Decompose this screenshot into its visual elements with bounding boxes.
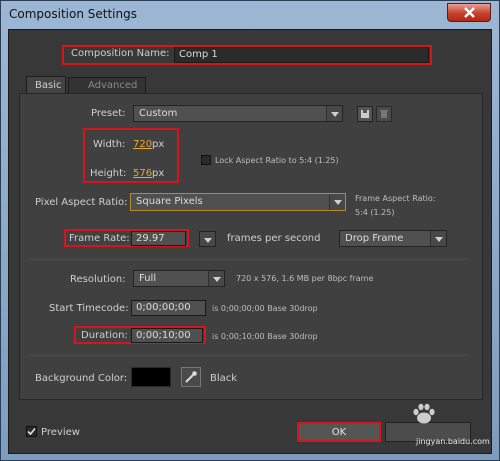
height-label: Height: bbox=[90, 168, 127, 179]
comp-name-input[interactable]: Comp 1 bbox=[174, 47, 429, 63]
window-title: Composition Settings bbox=[9, 7, 137, 21]
resolution-info: 720 x 576, 1.6 MB per 8bpc frame bbox=[236, 274, 374, 283]
frame-aspect-value: 5:4 (1.25) bbox=[355, 208, 395, 217]
duration-label: Duration: bbox=[81, 330, 128, 341]
frame-rate-unit: frames per second bbox=[227, 233, 321, 244]
chevron-down-icon bbox=[200, 232, 215, 246]
preset-dropdown[interactable]: Custom bbox=[133, 105, 343, 122]
lock-aspect-label: Lock Aspect Ratio to 5:4 (1.25) bbox=[215, 156, 339, 165]
start-timecode-input[interactable]: 0;00;00;00 bbox=[131, 300, 206, 316]
comp-name-label: Composition Name: bbox=[71, 48, 170, 59]
drop-frame-dropdown[interactable]: Drop Frame bbox=[339, 230, 447, 247]
ok-button[interactable]: OK bbox=[297, 422, 381, 442]
divider bbox=[29, 355, 469, 356]
resolution-value: Full bbox=[139, 273, 157, 284]
start-timecode-info: is 0;00;00;00 Base 30drop bbox=[212, 304, 318, 313]
chevron-down-icon bbox=[208, 271, 224, 286]
width-value[interactable]: 720 bbox=[133, 139, 152, 150]
background-color-swatch[interactable] bbox=[131, 367, 171, 387]
background-color-label: Background Color: bbox=[35, 373, 128, 384]
frame-aspect-label: Frame Aspect Ratio: bbox=[355, 194, 436, 203]
ok-button-label: OK bbox=[331, 427, 347, 438]
title-bar: Composition Settings bbox=[1, 1, 499, 27]
preset-value: Custom bbox=[139, 108, 178, 119]
watermark-text: jingyan.baidu.com bbox=[416, 437, 490, 446]
eyedropper-icon bbox=[185, 371, 197, 383]
tab-advanced-label: Advanced bbox=[88, 80, 138, 91]
divider bbox=[29, 259, 469, 260]
save-preset-button[interactable] bbox=[357, 106, 373, 122]
width-label: Width: bbox=[93, 139, 126, 150]
preview-checkbox[interactable] bbox=[26, 426, 37, 437]
tab-advanced[interactable]: Advanced bbox=[68, 77, 146, 93]
pixel-aspect-value: Square Pixels bbox=[136, 196, 203, 207]
baidu-paw-icon bbox=[413, 403, 435, 424]
tab-basic[interactable]: Basic bbox=[26, 76, 66, 93]
chevron-down-icon bbox=[329, 194, 345, 210]
duration-input[interactable]: 0;00;10;00 bbox=[131, 328, 203, 343]
dialog-body: Composition Name: Comp 1 Basic Advanced … bbox=[8, 29, 492, 454]
background-color-name: Black bbox=[210, 373, 238, 384]
chevron-down-icon bbox=[326, 106, 342, 121]
pixel-aspect-label: Pixel Aspect Ratio: bbox=[35, 197, 128, 208]
trash-icon bbox=[380, 110, 388, 118]
resolution-label: Resolution: bbox=[70, 274, 126, 285]
height-unit: px bbox=[152, 168, 165, 179]
preset-label: Preset: bbox=[91, 108, 126, 119]
resolution-dropdown[interactable]: Full bbox=[133, 270, 225, 287]
frame-rate-dropdown[interactable] bbox=[199, 231, 216, 247]
composition-settings-window: Composition Settings Composition Name: C… bbox=[0, 0, 500, 461]
close-button[interactable] bbox=[447, 3, 491, 22]
preview-label: Preview bbox=[41, 427, 80, 438]
frame-rate-input[interactable]: 29.97 bbox=[131, 231, 186, 246]
save-icon bbox=[361, 110, 369, 118]
drop-frame-value: Drop Frame bbox=[345, 233, 404, 244]
chevron-down-icon bbox=[430, 231, 446, 246]
start-timecode-label: Start Timecode: bbox=[49, 303, 129, 314]
pixel-aspect-dropdown[interactable]: Square Pixels bbox=[130, 193, 346, 211]
checkmark-icon bbox=[27, 427, 36, 436]
eyedropper-button[interactable] bbox=[181, 367, 201, 387]
duration-info: is 0;00;10;00 Base 30drop bbox=[212, 332, 318, 341]
tab-basic-label: Basic bbox=[35, 80, 62, 91]
close-icon bbox=[464, 7, 475, 18]
width-unit: px bbox=[152, 139, 165, 150]
delete-preset-button[interactable] bbox=[376, 106, 392, 122]
height-value[interactable]: 576 bbox=[133, 168, 152, 179]
frame-rate-label: Frame Rate: bbox=[69, 233, 130, 244]
lock-aspect-checkbox[interactable] bbox=[201, 155, 211, 165]
